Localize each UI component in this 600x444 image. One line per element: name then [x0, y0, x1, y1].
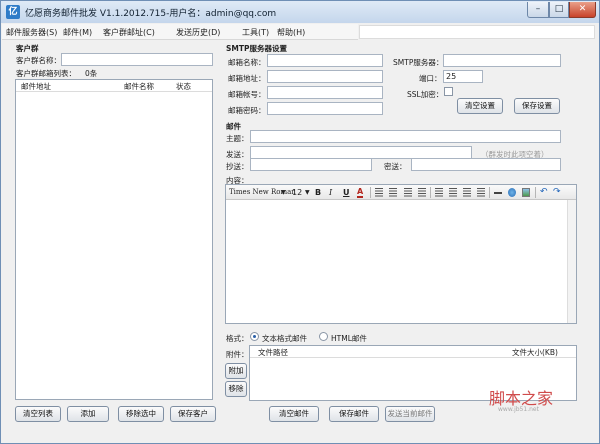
undo-icon[interactable]: ↶ [540, 187, 548, 198]
app-icon: 亿 [6, 5, 20, 19]
mailbox-password-input[interactable] [267, 102, 383, 115]
mailbox-address-label: 邮箱地址： [228, 74, 266, 83]
list-header-divider [16, 91, 212, 92]
mail-section-title: 邮件 [226, 122, 241, 131]
mailbox-account-label: 邮箱帐号： [228, 90, 266, 99]
text-format-option[interactable]: 文本格式邮件 [262, 333, 307, 344]
port-input[interactable]: 25 [443, 70, 483, 83]
close-button[interactable]: ✕ [569, 2, 596, 18]
ssl-checkbox[interactable] [444, 87, 453, 96]
smtp-server-label: SMTP服务器： [393, 58, 444, 67]
main-window: 亿 亿愿商务邮件批发 V1.1.2012.715-用户名：admin@qq.co… [0, 0, 600, 444]
customer-list-label: 客户群邮箱列表： [16, 69, 76, 78]
mailbox-name-label: 邮箱名称： [228, 58, 266, 67]
font-color-button[interactable]: A [357, 187, 364, 198]
chevron-down-icon[interactable]: ▼ [281, 187, 286, 198]
maximize-button[interactable]: □ [549, 2, 569, 18]
attachment-header-divider [250, 357, 576, 358]
customer-group-name-label: 客户群名称： [16, 56, 61, 65]
customer-group-title: 客户群 [16, 44, 39, 53]
clear-settings-button[interactable]: 清空设置 [457, 98, 503, 114]
editor-toolbar: Times New Roman ▼ 12 ▼ B I U A ↶ ↷ [226, 185, 576, 200]
align-right-icon[interactable] [463, 188, 471, 197]
ssl-label: SSL加密： [407, 90, 444, 99]
customer-group-name-input[interactable] [61, 53, 213, 66]
toolbar-separator [489, 187, 490, 198]
menu-send-history[interactable]: 发送历史(D) [176, 27, 220, 38]
send-label: 发送： [226, 150, 249, 159]
send-current-mail-button[interactable]: 发送当前邮件 [385, 406, 435, 422]
remove-attachment-button[interactable]: 移除 [225, 381, 247, 397]
html-format-option[interactable]: HTML邮件 [331, 333, 367, 344]
save-mail-button[interactable]: 保存邮件 [329, 406, 379, 422]
text-format-radio[interactable] [250, 332, 259, 341]
content-editor[interactable]: Times New Roman ▼ 12 ▼ B I U A ↶ ↷ [225, 184, 577, 324]
menu-mail-server[interactable]: 邮件服务器(S) [6, 27, 57, 38]
watermark-url: www.jb51.net [498, 406, 539, 413]
menu-tools[interactable]: 工具(T) [242, 27, 269, 38]
align-justify-icon[interactable] [477, 188, 485, 197]
font-size-select[interactable]: 12 [292, 187, 302, 198]
indent-icon[interactable] [418, 188, 426, 197]
bold-button[interactable]: B [315, 187, 321, 198]
menu-bar: 邮件服务器(S) 邮件(M) 客户群邮址(C) 发送历史(D) 工具(T) 帮助… [2, 24, 358, 40]
attachment-label: 附件： [226, 350, 249, 359]
horizontal-rule-icon[interactable] [494, 192, 502, 194]
toolbar-separator [535, 187, 536, 198]
smtp-section-title: SMTP服务器设置 [226, 44, 287, 53]
mailbox-account-input[interactable] [267, 86, 383, 99]
outdent-icon[interactable] [404, 188, 412, 197]
smtp-server-input[interactable] [443, 54, 561, 67]
port-label: 端口： [419, 74, 442, 83]
insert-link-icon[interactable] [508, 188, 516, 197]
subject-label: 主题： [226, 134, 249, 143]
add-button[interactable]: 添加 [67, 406, 109, 422]
menu-strip [359, 25, 595, 39]
cc-label: 抄送： [226, 162, 249, 171]
remove-selected-button[interactable]: 移除选中 [118, 406, 164, 422]
title-bar: 亿 亿愿商务邮件批发 V1.1.2012.715-用户名：admin@qq.co… [1, 1, 599, 23]
menu-mail[interactable]: 邮件(M) [63, 27, 92, 38]
save-customer-button[interactable]: 保存客户 [170, 406, 216, 422]
customer-email-list[interactable]: 邮件地址 邮件名称 状态 [15, 79, 213, 400]
italic-button[interactable]: I [329, 187, 332, 198]
mailbox-address-input[interactable] [267, 70, 383, 83]
insert-image-icon[interactable] [522, 188, 530, 197]
customer-list-count: 0条 [85, 69, 98, 78]
align-center-icon[interactable] [449, 188, 457, 197]
chevron-down-icon[interactable]: ▼ [305, 187, 310, 198]
ordered-list-icon[interactable] [375, 188, 383, 197]
cc-input[interactable] [250, 158, 372, 171]
format-label: 格式： [226, 334, 249, 343]
window-title: 亿愿商务邮件批发 V1.1.2012.715-用户名：admin@qq.com [25, 9, 277, 19]
clear-list-button[interactable]: 清空列表 [15, 406, 61, 422]
toolbar-separator [430, 187, 431, 198]
redo-icon[interactable]: ↷ [553, 187, 561, 198]
attach-button[interactable]: 附加 [225, 363, 247, 379]
editor-scrollbar[interactable] [567, 200, 576, 323]
clear-mail-button[interactable]: 清空邮件 [269, 406, 319, 422]
save-settings-button[interactable]: 保存设置 [514, 98, 560, 114]
bcc-input[interactable] [411, 158, 561, 171]
subject-input[interactable] [250, 130, 561, 143]
menu-help[interactable]: 帮助(H) [277, 27, 305, 38]
unordered-list-icon[interactable] [389, 188, 397, 197]
menu-customer-address[interactable]: 客户群邮址(C) [103, 27, 155, 38]
minimize-button[interactable]: – [527, 2, 549, 18]
mailbox-password-label: 邮箱密码： [228, 106, 266, 115]
html-format-radio[interactable] [319, 332, 328, 341]
align-left-icon[interactable] [435, 188, 443, 197]
underline-button[interactable]: U [343, 187, 350, 198]
bcc-label: 密送： [384, 162, 407, 171]
mailbox-name-input[interactable] [267, 54, 383, 67]
toolbar-separator [370, 187, 371, 198]
